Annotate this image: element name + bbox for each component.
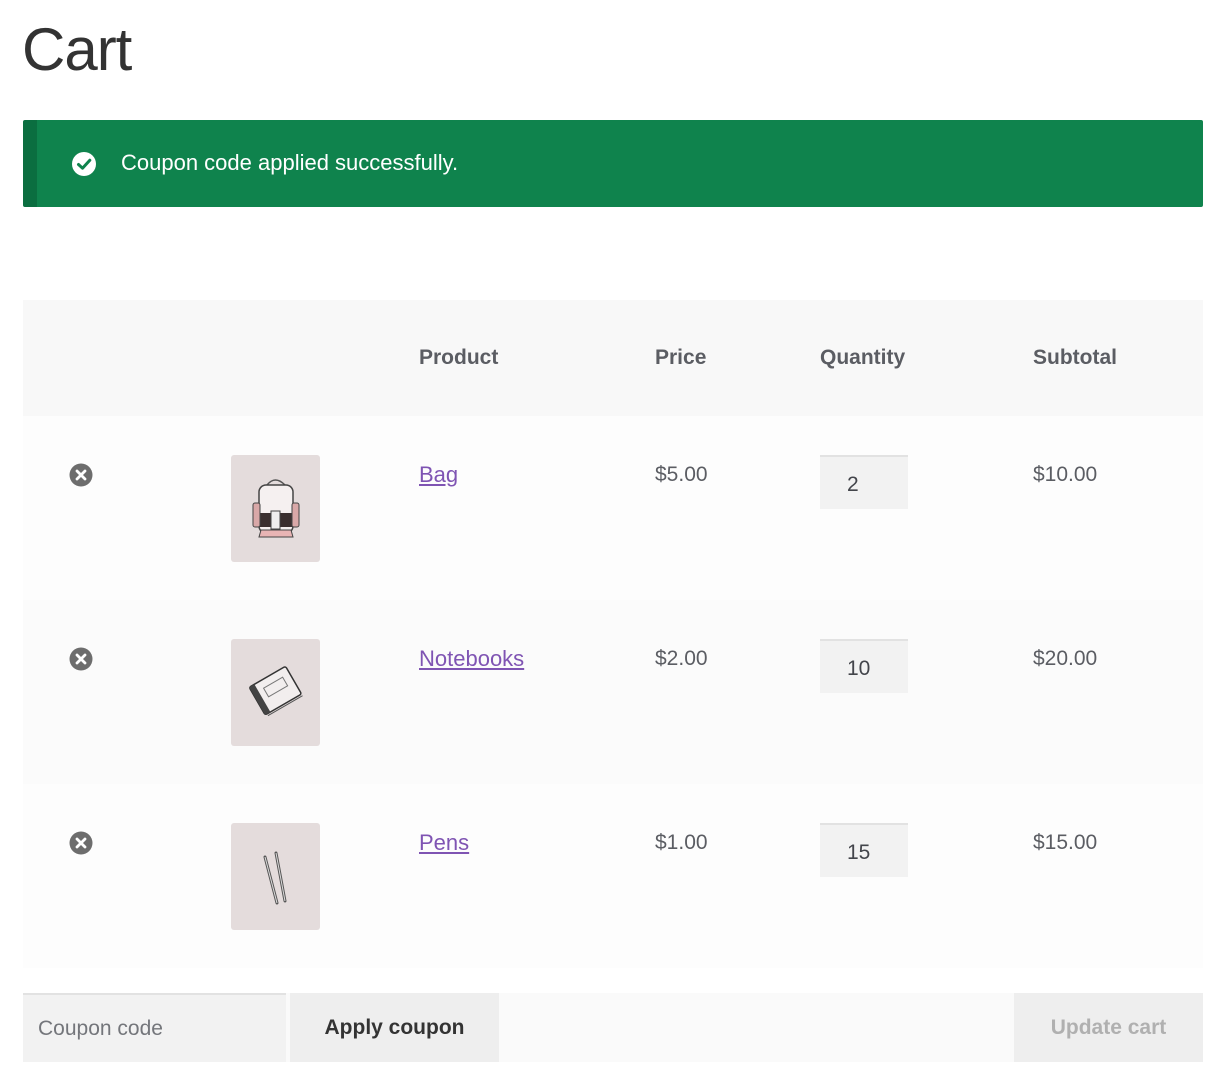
cart-table: Product Price Quantity Subtotal Bag $5.0… [23,300,1203,968]
table-header: Product Price Quantity Subtotal [23,300,1203,416]
product-link[interactable]: Notebooks [419,645,524,673]
table-row: Pens $1.00 $15.00 [23,784,1203,968]
notebook-image [249,666,303,717]
product-subtotal: $10.00 [1033,463,1098,486]
table-row: Notebooks $2.00 $20.00 [23,600,1203,784]
coupon-code-input[interactable] [23,993,286,1062]
pens-image [263,851,287,905]
product-link[interactable]: Pens [419,829,469,857]
product-price: $5.00 [655,463,708,486]
product-subtotal: $15.00 [1033,831,1098,854]
remove-item-icon[interactable] [69,831,93,855]
product-thumbnail[interactable] [231,455,320,562]
page-title: Cart [22,16,132,83]
notice-message: Coupon code applied successfully. [121,150,459,175]
cart-actions: Apply coupon Update cart [23,993,1203,1062]
remove-item-icon[interactable] [69,647,93,671]
header-quantity: Quantity [820,346,906,369]
success-notice: Coupon code applied successfully. [23,120,1203,207]
quantity-input[interactable] [820,639,908,693]
quantity-input[interactable] [820,455,908,509]
quantity-input[interactable] [820,823,908,877]
product-link[interactable]: Bag [419,461,458,489]
product-price: $2.00 [655,647,708,670]
backpack-image [252,479,300,538]
remove-item-icon[interactable] [69,463,93,487]
header-subtotal: Subtotal [1033,346,1117,369]
header-price: Price [655,346,707,369]
table-row: Bag $5.00 $10.00 [23,416,1203,600]
check-circle-icon [72,152,96,176]
product-price: $1.00 [655,831,708,854]
product-subtotal: $20.00 [1033,647,1098,670]
product-thumbnail[interactable] [231,639,320,746]
product-thumbnail[interactable] [231,823,320,930]
apply-coupon-button[interactable]: Apply coupon [290,993,499,1062]
header-product: Product [419,346,499,369]
update-cart-button[interactable]: Update cart [1014,993,1203,1062]
